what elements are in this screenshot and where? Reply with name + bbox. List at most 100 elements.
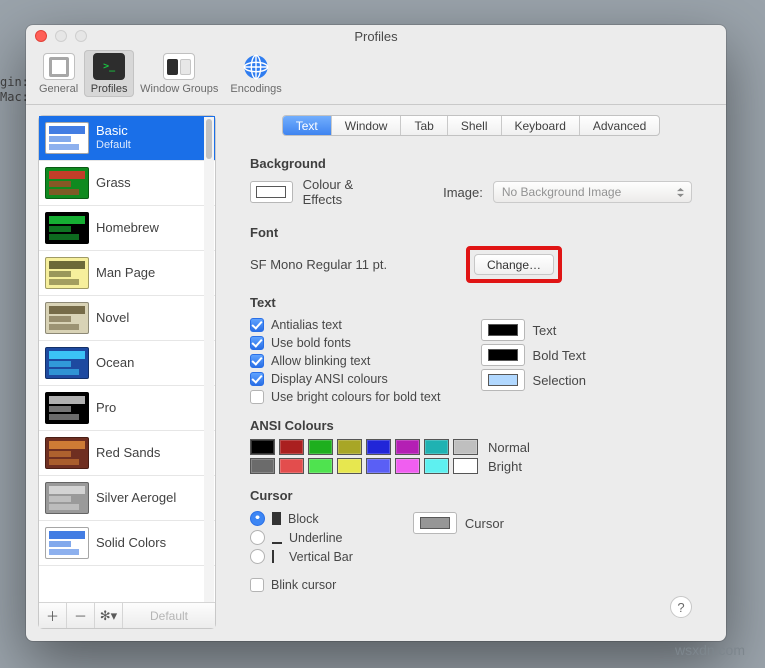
underline-icon xyxy=(272,531,282,544)
ansi-swatch[interactable] xyxy=(395,458,420,474)
ansi-bright-row: Bright xyxy=(250,458,692,474)
ansi-swatch[interactable] xyxy=(337,439,362,455)
profile-thumbnail xyxy=(45,527,89,559)
sidebar-item-pro[interactable]: Pro xyxy=(39,386,215,431)
default-button[interactable]: Default xyxy=(123,603,215,628)
text-color-button[interactable] xyxy=(481,319,525,341)
profile-thumbnail xyxy=(45,392,89,424)
profile-label: Man Page xyxy=(96,266,155,281)
ansi-swatch[interactable] xyxy=(424,458,449,474)
cursor-color-label: Cursor xyxy=(465,516,504,531)
ansi-swatch[interactable] xyxy=(453,439,478,455)
toolbar-window-groups[interactable]: Window Groups xyxy=(134,50,224,97)
background-image-select[interactable]: No Background Image xyxy=(493,181,692,203)
tab-keyboard[interactable]: Keyboard xyxy=(501,116,579,135)
sidebar-item-man-page[interactable]: Man Page xyxy=(39,251,215,296)
underline-label: Underline xyxy=(289,531,343,545)
section-cursor: Cursor xyxy=(250,488,692,503)
ansi-colours-checkbox[interactable]: Display ANSI colours xyxy=(250,372,441,386)
bright-bold-label: Use bright colours for bold text xyxy=(271,390,441,404)
profile-thumbnail xyxy=(45,302,89,334)
ansi-swatch[interactable] xyxy=(395,439,420,455)
sidebar-item-novel[interactable]: Novel xyxy=(39,296,215,341)
ansi-swatch[interactable] xyxy=(308,458,333,474)
background-colour-label: Colour & Effects xyxy=(303,177,394,207)
window-title: Profiles xyxy=(26,29,726,44)
profile-thumbnail xyxy=(45,167,89,199)
profile-thumbnail xyxy=(45,122,89,154)
tab-shell[interactable]: Shell xyxy=(447,116,501,135)
ansi-swatch[interactable] xyxy=(250,439,275,455)
current-font-label: SF Mono Regular 11 pt. xyxy=(250,257,387,272)
sidebar-item-ocean[interactable]: Ocean xyxy=(39,341,215,386)
blinking-checkbox[interactable]: Allow blinking text xyxy=(250,354,441,368)
ansi-swatch[interactable] xyxy=(279,439,304,455)
ansi-row-label: Bright xyxy=(488,459,522,474)
sidebar-item-solid-colors[interactable]: Solid Colors xyxy=(39,521,215,566)
profile-label: Homebrew xyxy=(96,221,159,236)
ansi-swatch[interactable] xyxy=(279,458,304,474)
cursor-block-radio[interactable]: Block xyxy=(250,511,353,526)
profile-thumbnail xyxy=(45,212,89,244)
toolbar-profiles[interactable]: Profiles xyxy=(84,50,134,97)
bright-bold-checkbox[interactable]: Use bright colours for bold text xyxy=(250,390,441,404)
profile-label: BasicDefault xyxy=(96,124,131,152)
blinking-label: Allow blinking text xyxy=(271,354,370,368)
tab-window[interactable]: Window xyxy=(331,116,401,135)
background-colour-button[interactable] xyxy=(250,181,293,203)
sidebar-item-silver-aerogel[interactable]: Silver Aerogel xyxy=(39,476,215,521)
general-icon xyxy=(43,53,75,80)
scrollbar[interactable] xyxy=(204,117,214,602)
ansi-swatch[interactable] xyxy=(366,458,391,474)
profile-list[interactable]: BasicDefault Grass Homebrew Man Page NovelOc… xyxy=(39,116,215,602)
preferences-window: Profiles General Profiles Window Groups … xyxy=(26,25,726,641)
block-icon xyxy=(272,512,281,525)
vbar-label: Vertical Bar xyxy=(289,550,353,564)
sidebar-item-basic[interactable]: BasicDefault xyxy=(39,116,215,161)
sidebar-item-homebrew[interactable]: Homebrew xyxy=(39,206,215,251)
profile-label: Silver Aerogel xyxy=(96,491,176,506)
bold-fonts-checkbox[interactable]: Use bold fonts xyxy=(250,336,441,350)
ansi-swatch[interactable] xyxy=(337,458,362,474)
change-font-button[interactable]: Change… xyxy=(474,254,554,275)
profile-actions-button[interactable]: ✻▾ xyxy=(95,603,123,628)
titlebar: Profiles xyxy=(26,25,726,47)
selection-color-button[interactable] xyxy=(481,369,525,391)
sidebar-footer: ＋ － ✻▾ Default xyxy=(39,602,215,628)
ansi-swatch[interactable] xyxy=(366,439,391,455)
cursor-color-button[interactable] xyxy=(413,512,457,534)
section-text: Text xyxy=(250,295,692,310)
blink-label: Blink cursor xyxy=(271,578,336,592)
profiles-icon xyxy=(93,53,125,80)
sidebar-item-grass[interactable]: Grass xyxy=(39,161,215,206)
ansi-swatch[interactable] xyxy=(424,439,449,455)
tab-text[interactable]: Text xyxy=(283,116,331,135)
cursor-underline-radio[interactable]: Underline xyxy=(250,530,353,545)
vbar-icon xyxy=(272,550,282,563)
remove-profile-button[interactable]: － xyxy=(67,603,95,628)
cursor-vbar-radio[interactable]: Vertical Bar xyxy=(250,549,353,564)
scroll-thumb[interactable] xyxy=(206,119,212,159)
ansi-row-label: Normal xyxy=(488,440,530,455)
sidebar-item-red-sands[interactable]: Red Sands xyxy=(39,431,215,476)
toolbar-general[interactable]: General xyxy=(33,50,84,97)
settings-pane: TextWindowTabShellKeyboardAdvanced Backg… xyxy=(228,115,714,629)
add-profile-button[interactable]: ＋ xyxy=(39,603,67,628)
antialias-checkbox[interactable]: Antialias text xyxy=(250,318,441,332)
ansi-swatch[interactable] xyxy=(308,439,333,455)
ansi-label: Display ANSI colours xyxy=(271,372,388,386)
tab-tab[interactable]: Tab xyxy=(400,116,446,135)
terminal-behind: gin: Mac: xyxy=(0,75,29,105)
profile-thumbnail xyxy=(45,482,89,514)
toolbar-label: Encodings xyxy=(230,83,281,95)
tab-advanced[interactable]: Advanced xyxy=(579,116,659,135)
antialias-label: Antialias text xyxy=(271,318,342,332)
help-button[interactable]: ? xyxy=(670,596,692,618)
bold-color-label: Bold Text xyxy=(533,348,586,363)
toolbar-encodings[interactable]: Encodings xyxy=(224,50,287,97)
ansi-swatch[interactable] xyxy=(250,458,275,474)
ansi-swatch[interactable] xyxy=(453,458,478,474)
profile-label: Pro xyxy=(96,401,116,416)
bold-color-button[interactable] xyxy=(481,344,525,366)
blink-cursor-checkbox[interactable]: Blink cursor xyxy=(250,578,353,592)
